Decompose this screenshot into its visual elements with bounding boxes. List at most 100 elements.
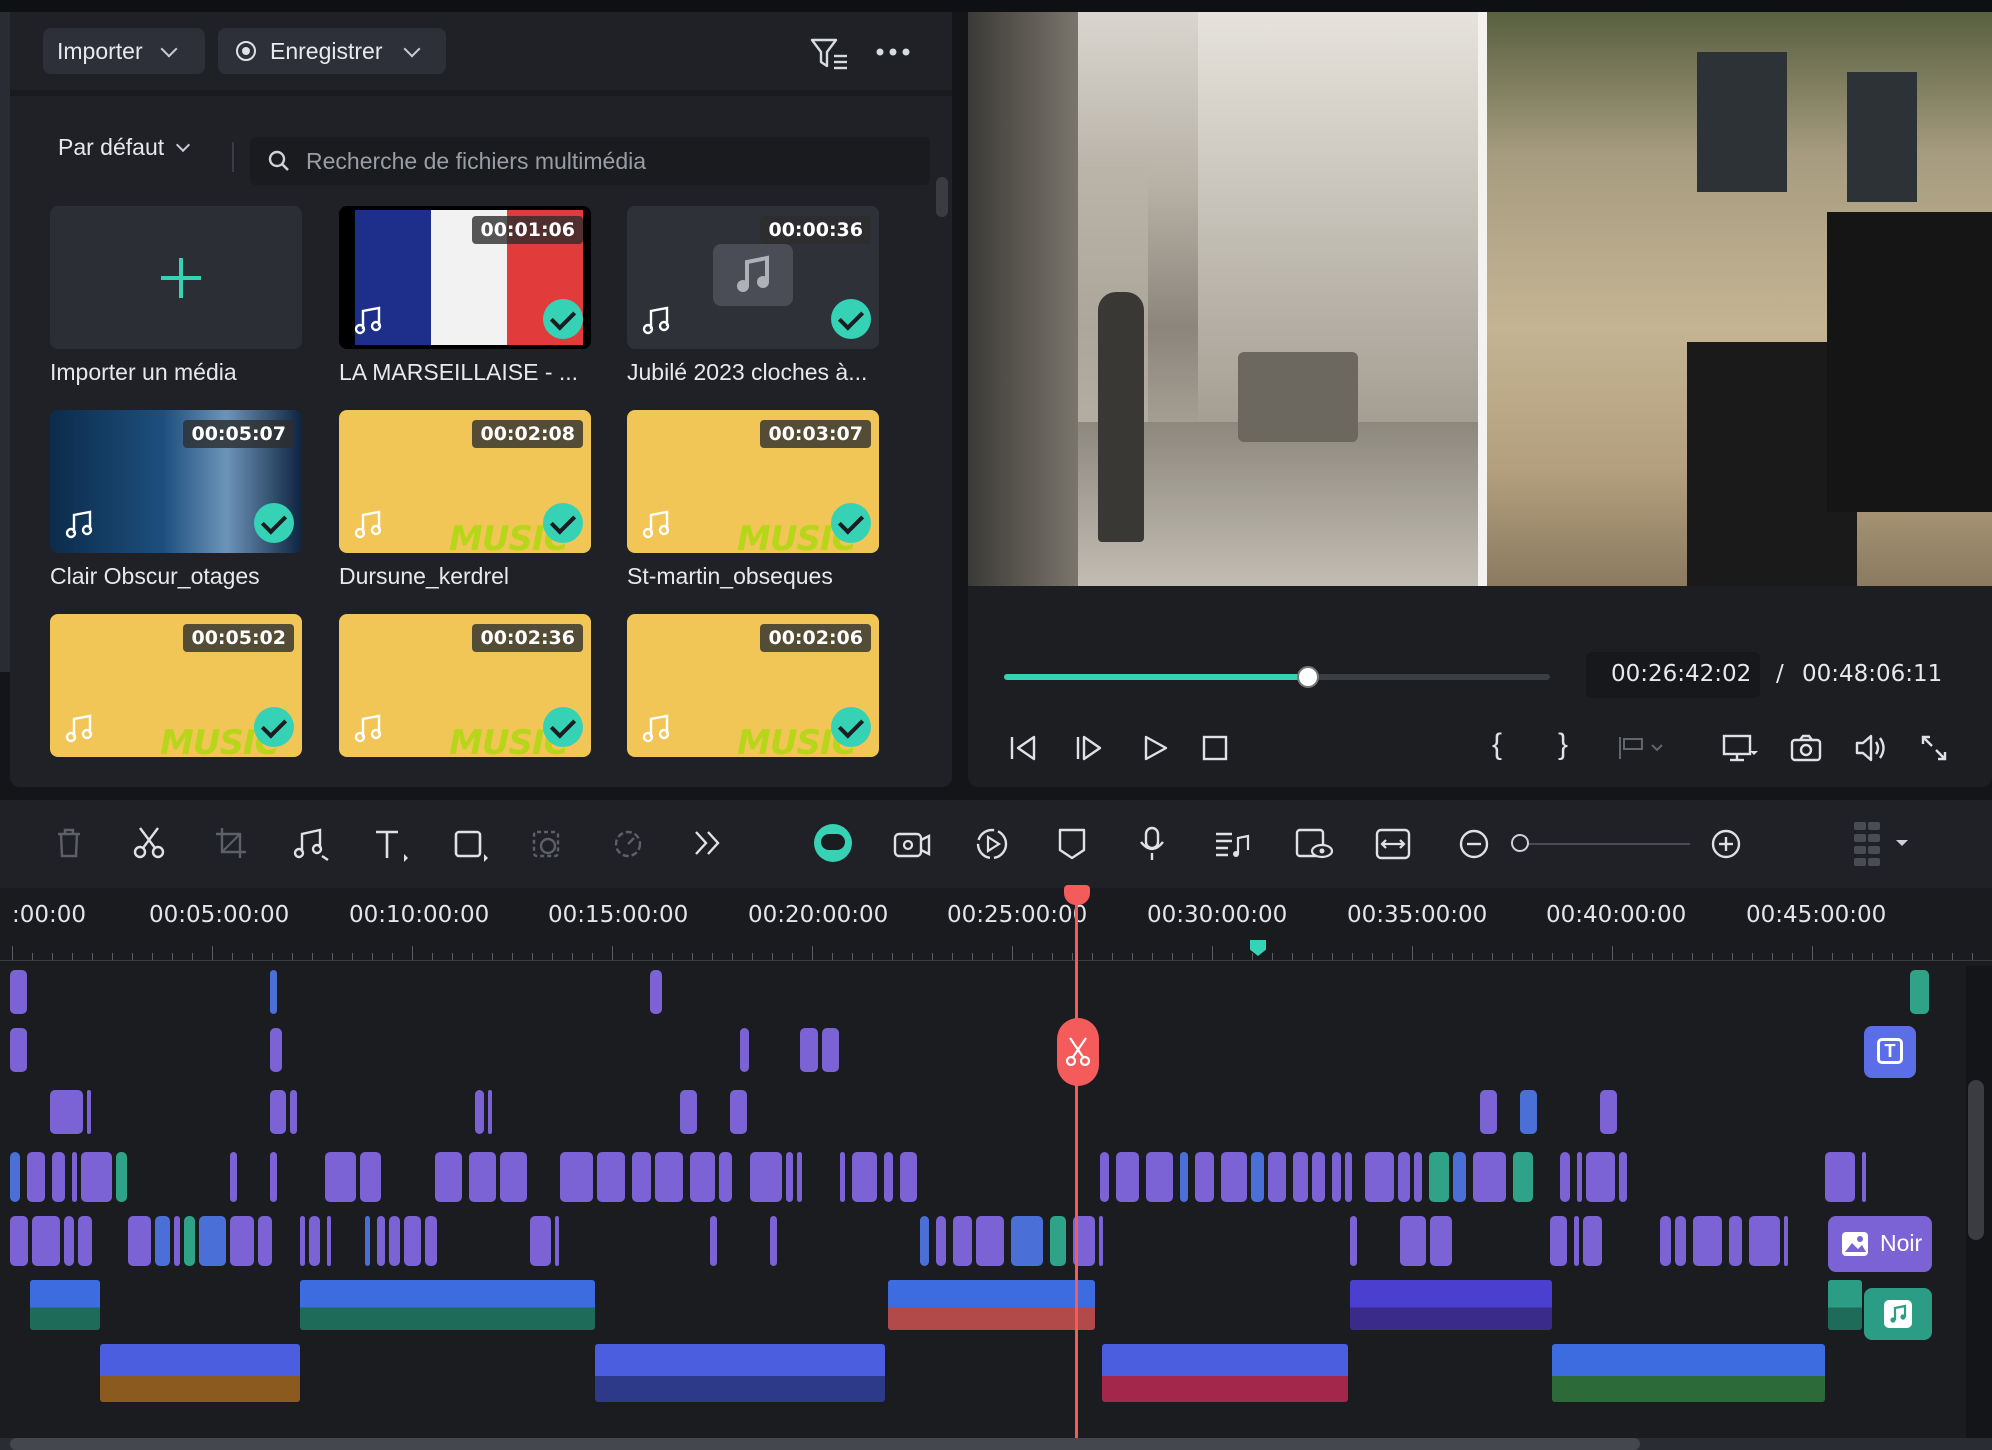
layout-icon[interactable] [1852, 820, 1912, 870]
video-clip[interactable] [230, 1216, 254, 1266]
video-clip[interactable] [1400, 1216, 1426, 1266]
preview-progress-track[interactable] [1004, 666, 1550, 688]
video-clip[interactable] [800, 1028, 818, 1072]
video-clip[interactable] [1675, 1216, 1686, 1266]
media-item[interactable]: MUSIC 00:02:06 [627, 614, 879, 757]
video-clip[interactable] [327, 1216, 331, 1266]
media-item[interactable]: MUSIC 00:02:08 [339, 410, 591, 553]
video-clip[interactable] [10, 970, 27, 1014]
media-item[interactable]: MUSIC 00:02:36 [339, 614, 591, 757]
text-icon[interactable] [372, 826, 410, 862]
video-clip[interactable] [270, 1028, 282, 1072]
shape-icon[interactable] [452, 826, 490, 862]
more-icon[interactable] [876, 48, 910, 56]
noir-clip[interactable]: Noir [1828, 1216, 1932, 1272]
video-clip[interactable] [1586, 1152, 1615, 1202]
media-item[interactable]: 00:05:07 [50, 410, 302, 553]
media-item[interactable]: MUSIC 00:03:07 [627, 410, 879, 553]
video-clip[interactable] [1520, 1090, 1537, 1134]
video-clip[interactable] [1268, 1152, 1286, 1202]
camera-icon[interactable] [1790, 733, 1822, 763]
ai-video-icon[interactable] [892, 826, 932, 862]
video-clip[interactable] [936, 1216, 946, 1266]
fullscreen-icon[interactable] [1920, 734, 1948, 762]
zoom-slider[interactable] [1511, 834, 1690, 852]
video-clip[interactable] [270, 1152, 277, 1202]
video-clip[interactable] [1116, 1152, 1139, 1202]
video-clip[interactable] [1430, 1216, 1452, 1266]
video-clip[interactable] [1583, 1216, 1602, 1266]
video-clip[interactable] [488, 1090, 492, 1134]
video-clip[interactable] [365, 1216, 370, 1266]
video-clip[interactable] [389, 1216, 400, 1266]
search-input[interactable]: Recherche de fichiers multimédia [306, 148, 646, 175]
render-icon[interactable] [974, 826, 1010, 862]
playhead[interactable] [1075, 888, 1078, 1450]
video-clip[interactable] [1473, 1152, 1506, 1202]
video-clip[interactable] [1345, 1152, 1352, 1202]
video-clip[interactable] [10, 1216, 28, 1266]
video-clip[interactable] [710, 1216, 717, 1266]
filter-icon[interactable] [810, 36, 850, 72]
video-clip[interactable] [1221, 1152, 1247, 1202]
video-clip[interactable] [1862, 1152, 1866, 1202]
video-clip[interactable] [184, 1216, 195, 1266]
video-clip[interactable] [360, 1152, 381, 1202]
audio-mix-icon[interactable] [1214, 826, 1250, 862]
timeline-horizontal-scrollbar[interactable] [0, 1438, 1992, 1450]
video-clip[interactable] [1784, 1216, 1788, 1266]
zoom-slider-handle[interactable] [1511, 834, 1529, 852]
video-clip[interactable] [786, 1152, 793, 1202]
speed-icon[interactable] [612, 826, 648, 862]
video-clip[interactable] [116, 1152, 127, 1202]
video-clip[interactable] [128, 1216, 151, 1266]
video-clip[interactable] [475, 1090, 484, 1134]
video-clip[interactable] [1574, 1216, 1579, 1266]
video-clip[interactable] [1729, 1216, 1742, 1266]
video-clip[interactable] [1146, 1152, 1173, 1202]
video-clip[interactable] [1332, 1152, 1341, 1202]
audio-clip[interactable] [30, 1280, 100, 1330]
display-icon[interactable] [1722, 733, 1758, 763]
mask-icon[interactable] [530, 826, 568, 862]
marker-icon[interactable] [1056, 826, 1088, 862]
video-clip[interactable] [309, 1216, 320, 1266]
preview-render-icon[interactable] [1294, 826, 1334, 862]
video-clip[interactable] [27, 1152, 45, 1202]
crop-icon[interactable] [214, 826, 248, 860]
video-clip[interactable] [270, 970, 277, 1014]
audio-clip[interactable] [100, 1344, 300, 1402]
video-clip[interactable] [469, 1152, 496, 1202]
timeline-vertical-scrollbar[interactable] [1968, 1080, 1984, 1240]
volume-icon[interactable] [1854, 733, 1888, 763]
video-clip[interactable] [770, 1216, 777, 1266]
video-clip[interactable] [64, 1216, 74, 1266]
stop-icon[interactable] [1202, 735, 1228, 761]
video-clip[interactable] [52, 1152, 65, 1202]
zoom-out-icon[interactable] [1458, 828, 1490, 860]
video-clip[interactable] [81, 1152, 112, 1202]
mark-out-button[interactable]: } [1558, 728, 1568, 762]
fit-icon[interactable] [1374, 826, 1412, 862]
video-clip[interactable] [597, 1152, 625, 1202]
video-clip[interactable] [690, 1152, 715, 1202]
audio-clip[interactable] [1828, 1280, 1862, 1330]
video-clip[interactable] [730, 1090, 747, 1134]
video-clip[interactable] [852, 1152, 877, 1202]
video-clip[interactable] [650, 970, 662, 1014]
mark-in-button[interactable]: { [1492, 728, 1502, 762]
video-clip[interactable] [1825, 1152, 1855, 1202]
media-item[interactable]: 00:01:06 [339, 206, 591, 349]
video-clip[interactable] [1100, 1152, 1109, 1202]
video-clip[interactable] [1195, 1152, 1214, 1202]
video-clip[interactable] [1513, 1152, 1533, 1202]
video-clip[interactable] [10, 1152, 20, 1202]
video-clip[interactable] [300, 1216, 305, 1266]
video-clip[interactable] [530, 1216, 551, 1266]
video-clip[interactable] [1293, 1152, 1308, 1202]
video-clip[interactable] [822, 1028, 839, 1072]
audio-edit-icon[interactable] [292, 826, 330, 862]
audio-clip[interactable] [888, 1280, 1095, 1330]
left-panel-scrollbar[interactable] [0, 12, 10, 672]
video-clip[interactable] [719, 1152, 732, 1202]
